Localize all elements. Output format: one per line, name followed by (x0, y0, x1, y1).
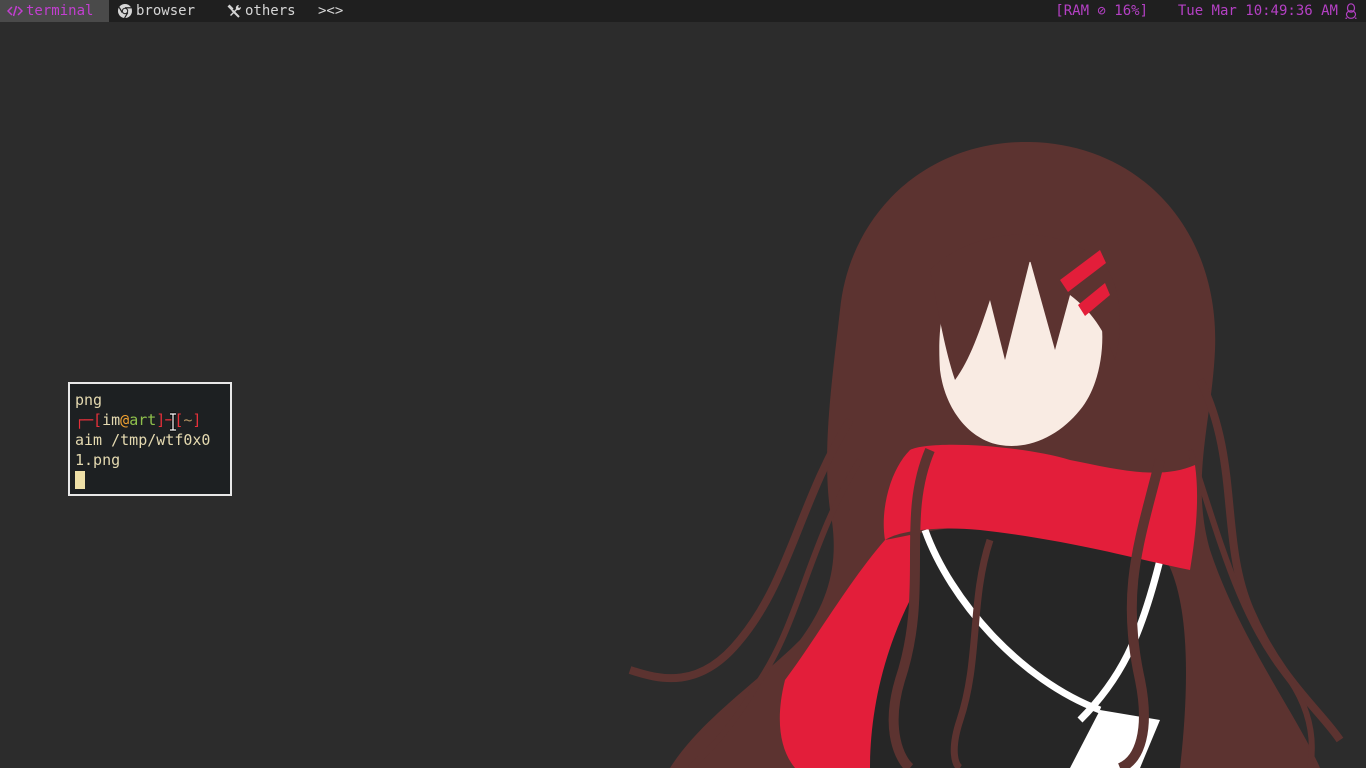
wallpaper-anime-girl (628, 141, 1344, 768)
mouse-ibeam-cursor-icon (170, 412, 176, 432)
layout-indicator-label: ><> (318, 3, 344, 19)
clock: Tue Mar 10:49:36 AM (1177, 3, 1338, 19)
workspace-terminal-label: terminal (26, 3, 94, 19)
terminal-window[interactable]: png ┌─[im@art]─[~] aim /tmp/wtf0x0 1.png (68, 382, 232, 496)
top-bar: terminal browser others ><> [RAM ⊘ 16%] … (0, 0, 1366, 22)
terminal-line: aim /tmp/wtf0x0 (75, 431, 211, 449)
tools-icon (226, 3, 242, 19)
terminal-prompt: ┌─[im@art]─[~] (75, 410, 225, 430)
prompt-close: ] (192, 411, 202, 429)
workspace-browser-label: browser (136, 3, 196, 19)
terminal-line: png (75, 391, 103, 409)
terminal-line: 1.png (75, 451, 121, 469)
ram-status: [RAM ⊘ 16%] (1055, 3, 1148, 19)
prompt-host: art (129, 411, 157, 429)
code-icon (6, 3, 24, 19)
workspace-others[interactable]: others (226, 0, 296, 22)
prompt-user: im (102, 411, 121, 429)
terminal-input-line[interactable] (75, 470, 225, 490)
prompt-open: ┌─[ (75, 411, 103, 429)
layout-indicator[interactable]: ><> (318, 0, 343, 22)
workspace-browser[interactable]: browser (117, 0, 195, 22)
workspace-others-label: others (245, 3, 296, 19)
chrome-icon (117, 3, 133, 19)
prompt-at: @ (120, 411, 130, 429)
workspace-terminal[interactable]: terminal (0, 0, 109, 22)
linux-tux-icon[interactable] (1344, 3, 1358, 20)
desktop: terminal browser others ><> [RAM ⊘ 16%] … (0, 0, 1366, 768)
text-cursor (75, 471, 85, 489)
